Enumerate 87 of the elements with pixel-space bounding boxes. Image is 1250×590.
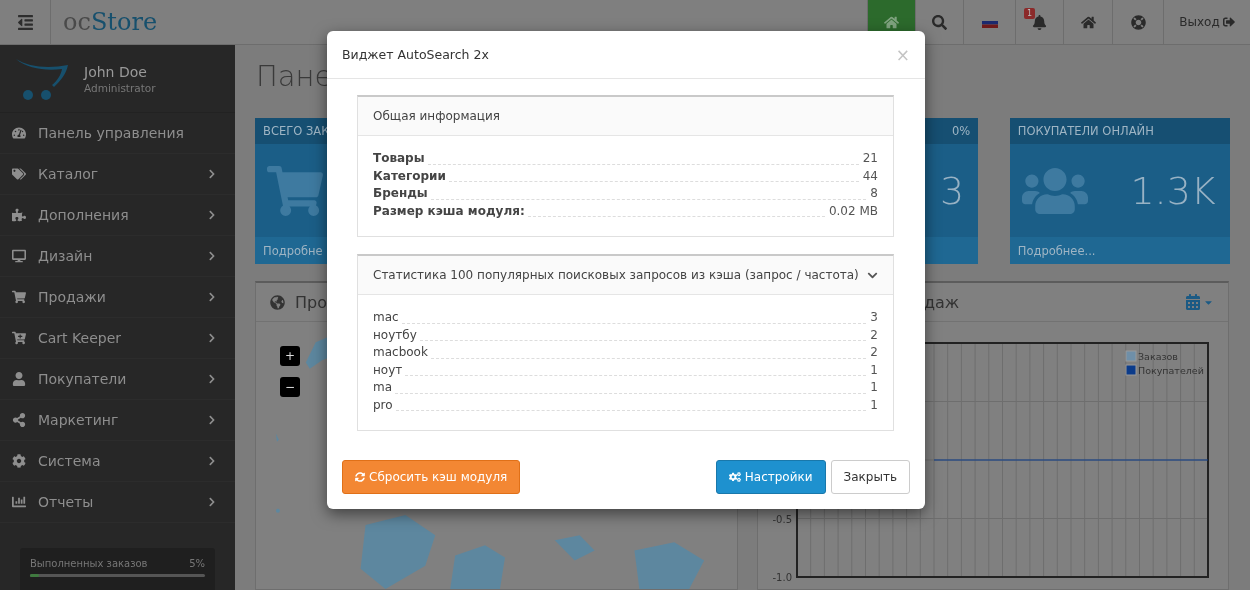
progress-label: Выполненных заказов: [30, 558, 148, 569]
logout-button[interactable]: Выход: [1163, 0, 1250, 44]
home-icon: [884, 14, 899, 30]
chevron-right-icon: [207, 292, 217, 302]
details-link[interactable]: Подробне: [263, 243, 323, 258]
calendar-icon: [1185, 294, 1201, 310]
tile-value: 3: [940, 168, 965, 213]
chevron-right-icon: [207, 210, 217, 220]
progress-value: 5%: [189, 558, 205, 569]
sidebar-item[interactable]: Панель управления: [0, 113, 235, 154]
panel-heading: Общая информация: [373, 109, 500, 123]
info-label: Размер кэша модуля:: [373, 203, 525, 218]
chevron-right-icon: [207, 169, 217, 179]
tile-value: 1.3K: [1130, 168, 1216, 213]
toolbar-button[interactable]: 1: [1015, 0, 1063, 44]
query-label: macbook: [373, 345, 428, 359]
info-label: Товары: [373, 151, 425, 165]
query-label: ноут: [373, 362, 403, 377]
query-count: 1: [870, 397, 878, 412]
collapse-header[interactable]: Статистика 100 популярных поисковых запросов из кэша (запрос / частота): [358, 256, 893, 295]
legend-label: Покупателей: [1138, 365, 1204, 376]
notification-badge: 1: [1024, 8, 1036, 19]
chevron-right-icon: [207, 374, 217, 384]
bar-chart-icon: [12, 495, 26, 509]
share-icon: [12, 413, 26, 427]
chevron-right-icon: [207, 456, 217, 466]
chevron-right-icon: [207, 333, 217, 343]
home-icon: [1080, 14, 1096, 30]
user-role: Administrator: [84, 81, 156, 94]
info-value: 44: [862, 168, 878, 183]
cart-icon: [12, 290, 26, 304]
query-label: ma: [373, 380, 393, 394]
refresh-icon: [355, 472, 365, 482]
query-count: 2: [870, 327, 878, 342]
panel-title: Про: [295, 292, 328, 312]
sidebar-item[interactable]: Система: [0, 441, 235, 482]
chevron-right-icon: [207, 251, 217, 261]
query-count: 2: [870, 345, 878, 359]
search-icon: [932, 14, 947, 30]
sign-out-icon: [1222, 16, 1235, 28]
sidebar-item[interactable]: Маркетинг: [0, 400, 235, 441]
query-label: ноутбу: [373, 327, 417, 342]
chevron-right-icon: [207, 415, 217, 425]
panel-title: даж: [924, 292, 961, 312]
axis-tick-label: -1.0: [772, 572, 792, 583]
lifebuoy-icon: [1130, 14, 1146, 30]
reset-cache-button[interactable]: Сбросить кэш модуля: [342, 460, 521, 494]
gauge-icon: [12, 126, 26, 140]
query-count: 3: [870, 310, 878, 324]
zoom-in-button[interactable]: +: [280, 346, 300, 366]
query-count: 1: [870, 380, 878, 394]
menu-icon[interactable]: [16, 13, 34, 31]
sidebar-item[interactable]: Покупатели: [0, 359, 235, 400]
info-value: 0.02 MB: [828, 203, 878, 218]
info-label: Категории: [373, 168, 446, 183]
settings-icon: [728, 471, 741, 483]
close-button[interactable]: Закрыть: [830, 460, 910, 494]
sidebar-item[interactable]: Дополнения: [0, 195, 235, 236]
chevron-right-icon: [207, 497, 217, 507]
settings-button[interactable]: Настройки: [715, 460, 826, 494]
user-name: John Doe: [84, 63, 148, 80]
query-label: pro: [373, 397, 393, 412]
info-label: Бренды: [373, 186, 428, 200]
tile-percent: 0%: [951, 124, 971, 138]
tile-title: ПОКУПАТЕЛИ ОНЛАЙН: [1017, 124, 1154, 138]
query-count: 1: [870, 362, 878, 377]
query-label: mac: [373, 310, 399, 324]
info-value: 21: [862, 151, 878, 165]
axis-tick-label: -0.5: [772, 513, 792, 525]
cart-plus-icon: [12, 331, 26, 345]
user-icon: [12, 372, 26, 386]
details-link[interactable]: Подробнее...: [1017, 243, 1096, 258]
monitor-icon: [12, 249, 26, 263]
settings-icon: [12, 454, 26, 468]
puzzle-icon: [12, 208, 26, 222]
bell-icon: [1032, 14, 1047, 30]
sidebar-item[interactable]: Каталог: [0, 154, 235, 195]
modal-title: Виджет AutoSearch 2x: [342, 47, 489, 62]
sidebar-item[interactable]: Cart Keeper: [0, 318, 235, 359]
sidebar-item[interactable]: Продажи: [0, 277, 235, 318]
tag-icon: [12, 167, 26, 181]
sidebar-item[interactable]: Дизайн: [0, 236, 235, 277]
legend-label: Заказов: [1138, 351, 1178, 362]
zoom-out-button[interactable]: −: [280, 377, 300, 397]
sidebar-item[interactable]: Отчеты: [0, 482, 235, 523]
globe-icon: [270, 294, 285, 310]
info-value: 8: [870, 186, 878, 200]
